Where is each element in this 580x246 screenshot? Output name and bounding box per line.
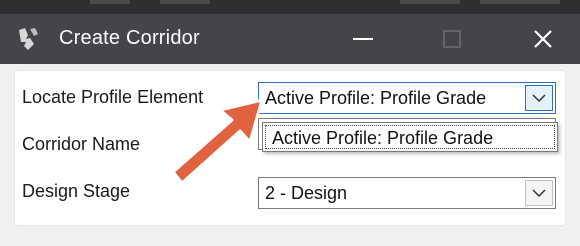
close-icon: [534, 30, 552, 48]
corridor-app-icon: [16, 26, 40, 52]
chevron-down-icon: [532, 94, 546, 103]
background-window-strip: [0, 0, 580, 14]
locate-profile-element-combo[interactable]: Active Profile: Profile Grade: [258, 82, 556, 114]
background-text-fragment: [480, 0, 560, 4]
design-stage-value: 2 - Design: [265, 183, 348, 203]
chevron-down-icon: [532, 189, 546, 198]
locate-profile-element-label: Locate Profile Element: [22, 87, 204, 107]
design-stage-label: Design Stage: [22, 181, 131, 201]
profile-dropdown-list[interactable]: Active Profile: Profile Grade: [262, 122, 558, 152]
corridor-name-label: Corridor Name: [22, 134, 141, 154]
maximize-icon: [443, 30, 461, 48]
background-text-fragment: [90, 0, 130, 4]
dropdown-option-label: Active Profile: Profile Grade: [272, 128, 494, 148]
background-text-fragment: [400, 0, 460, 4]
dialog-titlebar[interactable]: Create Corridor: [0, 14, 580, 64]
dropdown-option[interactable]: Active Profile: Profile Grade: [265, 125, 555, 149]
maximize-button[interactable]: [424, 14, 480, 64]
close-button[interactable]: [515, 14, 571, 64]
background-text-fragment: [160, 0, 210, 4]
locate-profile-element-value: Active Profile: Profile Grade: [265, 88, 487, 108]
design-stage-combo[interactable]: 2 - Design: [258, 177, 556, 209]
dropdown-button[interactable]: [525, 180, 553, 206]
dropdown-button[interactable]: [525, 85, 553, 111]
dialog-title: Create Corridor: [59, 27, 200, 49]
minimize-icon: [353, 38, 373, 40]
minimize-button[interactable]: [335, 14, 391, 64]
